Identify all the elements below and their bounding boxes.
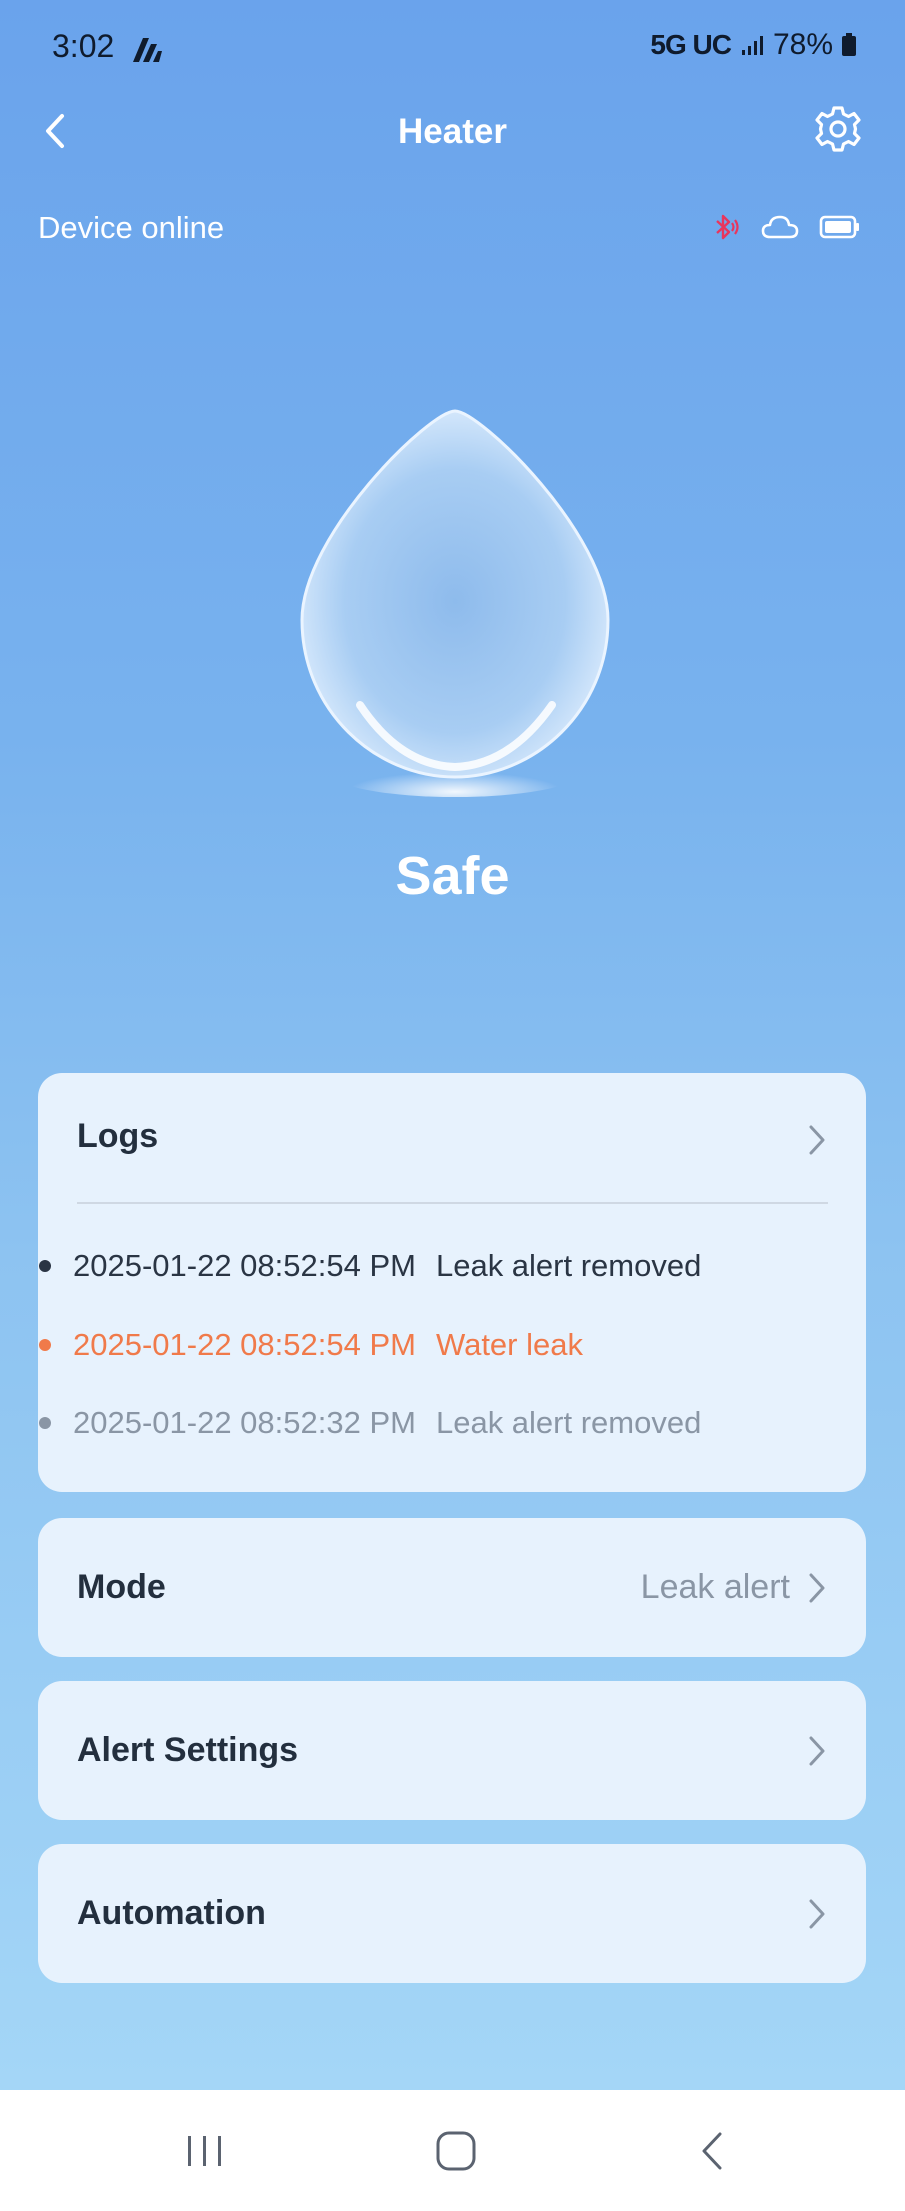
log-entry: 2025-01-22 08:52:32 PM Leak alert remove… <box>39 1405 701 1441</box>
battery-percent: 78% <box>772 28 833 61</box>
log-dot <box>39 1260 51 1272</box>
page-title: Heater <box>398 112 507 151</box>
chevron-right-icon[interactable] <box>806 1571 828 1605</box>
log-time: 2025-01-22 08:52:54 PM <box>73 1248 416 1283</box>
alert-settings-label: Alert Settings <box>77 1731 299 1769</box>
mode-row[interactable]: Mode Leak alert <box>38 1518 866 1657</box>
device-state-label: Safe <box>395 846 510 906</box>
mode-value: Leak alert <box>640 1568 790 1606</box>
status-time: 3:02 <box>52 28 115 64</box>
log-dot <box>39 1417 51 1429</box>
network-activity-icon <box>133 38 162 62</box>
log-dot <box>39 1339 51 1351</box>
device-status-icons <box>711 212 861 242</box>
log-time: 2025-01-22 08:52:54 PM <box>73 1327 416 1362</box>
system-nav-bar <box>0 2090 905 2211</box>
recent-apps-button[interactable] <box>180 2128 230 2174</box>
chevron-right-icon[interactable] <box>806 1734 828 1768</box>
gear-icon[interactable] <box>813 104 863 154</box>
log-message: Water leak <box>435 1327 583 1362</box>
log-message: Leak alert removed <box>435 1248 702 1283</box>
network-type: 5G UC <box>650 29 732 60</box>
chevron-right-icon[interactable] <box>806 1897 828 1931</box>
log-entry: 2025-01-22 08:52:54 PM Leak alert remove… <box>39 1248 701 1284</box>
log-entry: 2025-01-22 08:52:54 PM Water leak <box>39 1327 583 1363</box>
app-screen: 3:02 5G UC 78% Heater Device online Safe… <box>0 0 905 2090</box>
automation-label: Automation <box>77 1894 266 1932</box>
bluetooth-icon <box>716 214 739 240</box>
automation-row[interactable]: Automation <box>38 1844 866 1983</box>
battery-icon <box>842 33 856 56</box>
app-header: Heater <box>0 96 905 172</box>
status-right-group: 5G UC 78% <box>650 28 857 62</box>
home-button[interactable] <box>432 2128 482 2174</box>
status-bar: 3:02 5G UC 78% <box>0 0 905 96</box>
water-drop-icon <box>300 409 610 797</box>
log-message: Leak alert removed <box>435 1405 702 1440</box>
log-time: 2025-01-22 08:52:32 PM <box>73 1405 416 1440</box>
cloud-icon <box>761 215 799 239</box>
alert-settings-row[interactable]: Alert Settings <box>38 1681 866 1820</box>
logs-divider <box>77 1202 828 1204</box>
device-status-text: Device online <box>38 210 225 245</box>
logs-title: Logs <box>77 1117 159 1155</box>
battery-level-icon <box>819 215 859 239</box>
chevron-right-icon[interactable] <box>806 1123 828 1157</box>
mode-label: Mode <box>77 1568 166 1606</box>
signal-icon <box>741 36 763 55</box>
system-back-button[interactable] <box>688 2128 738 2174</box>
